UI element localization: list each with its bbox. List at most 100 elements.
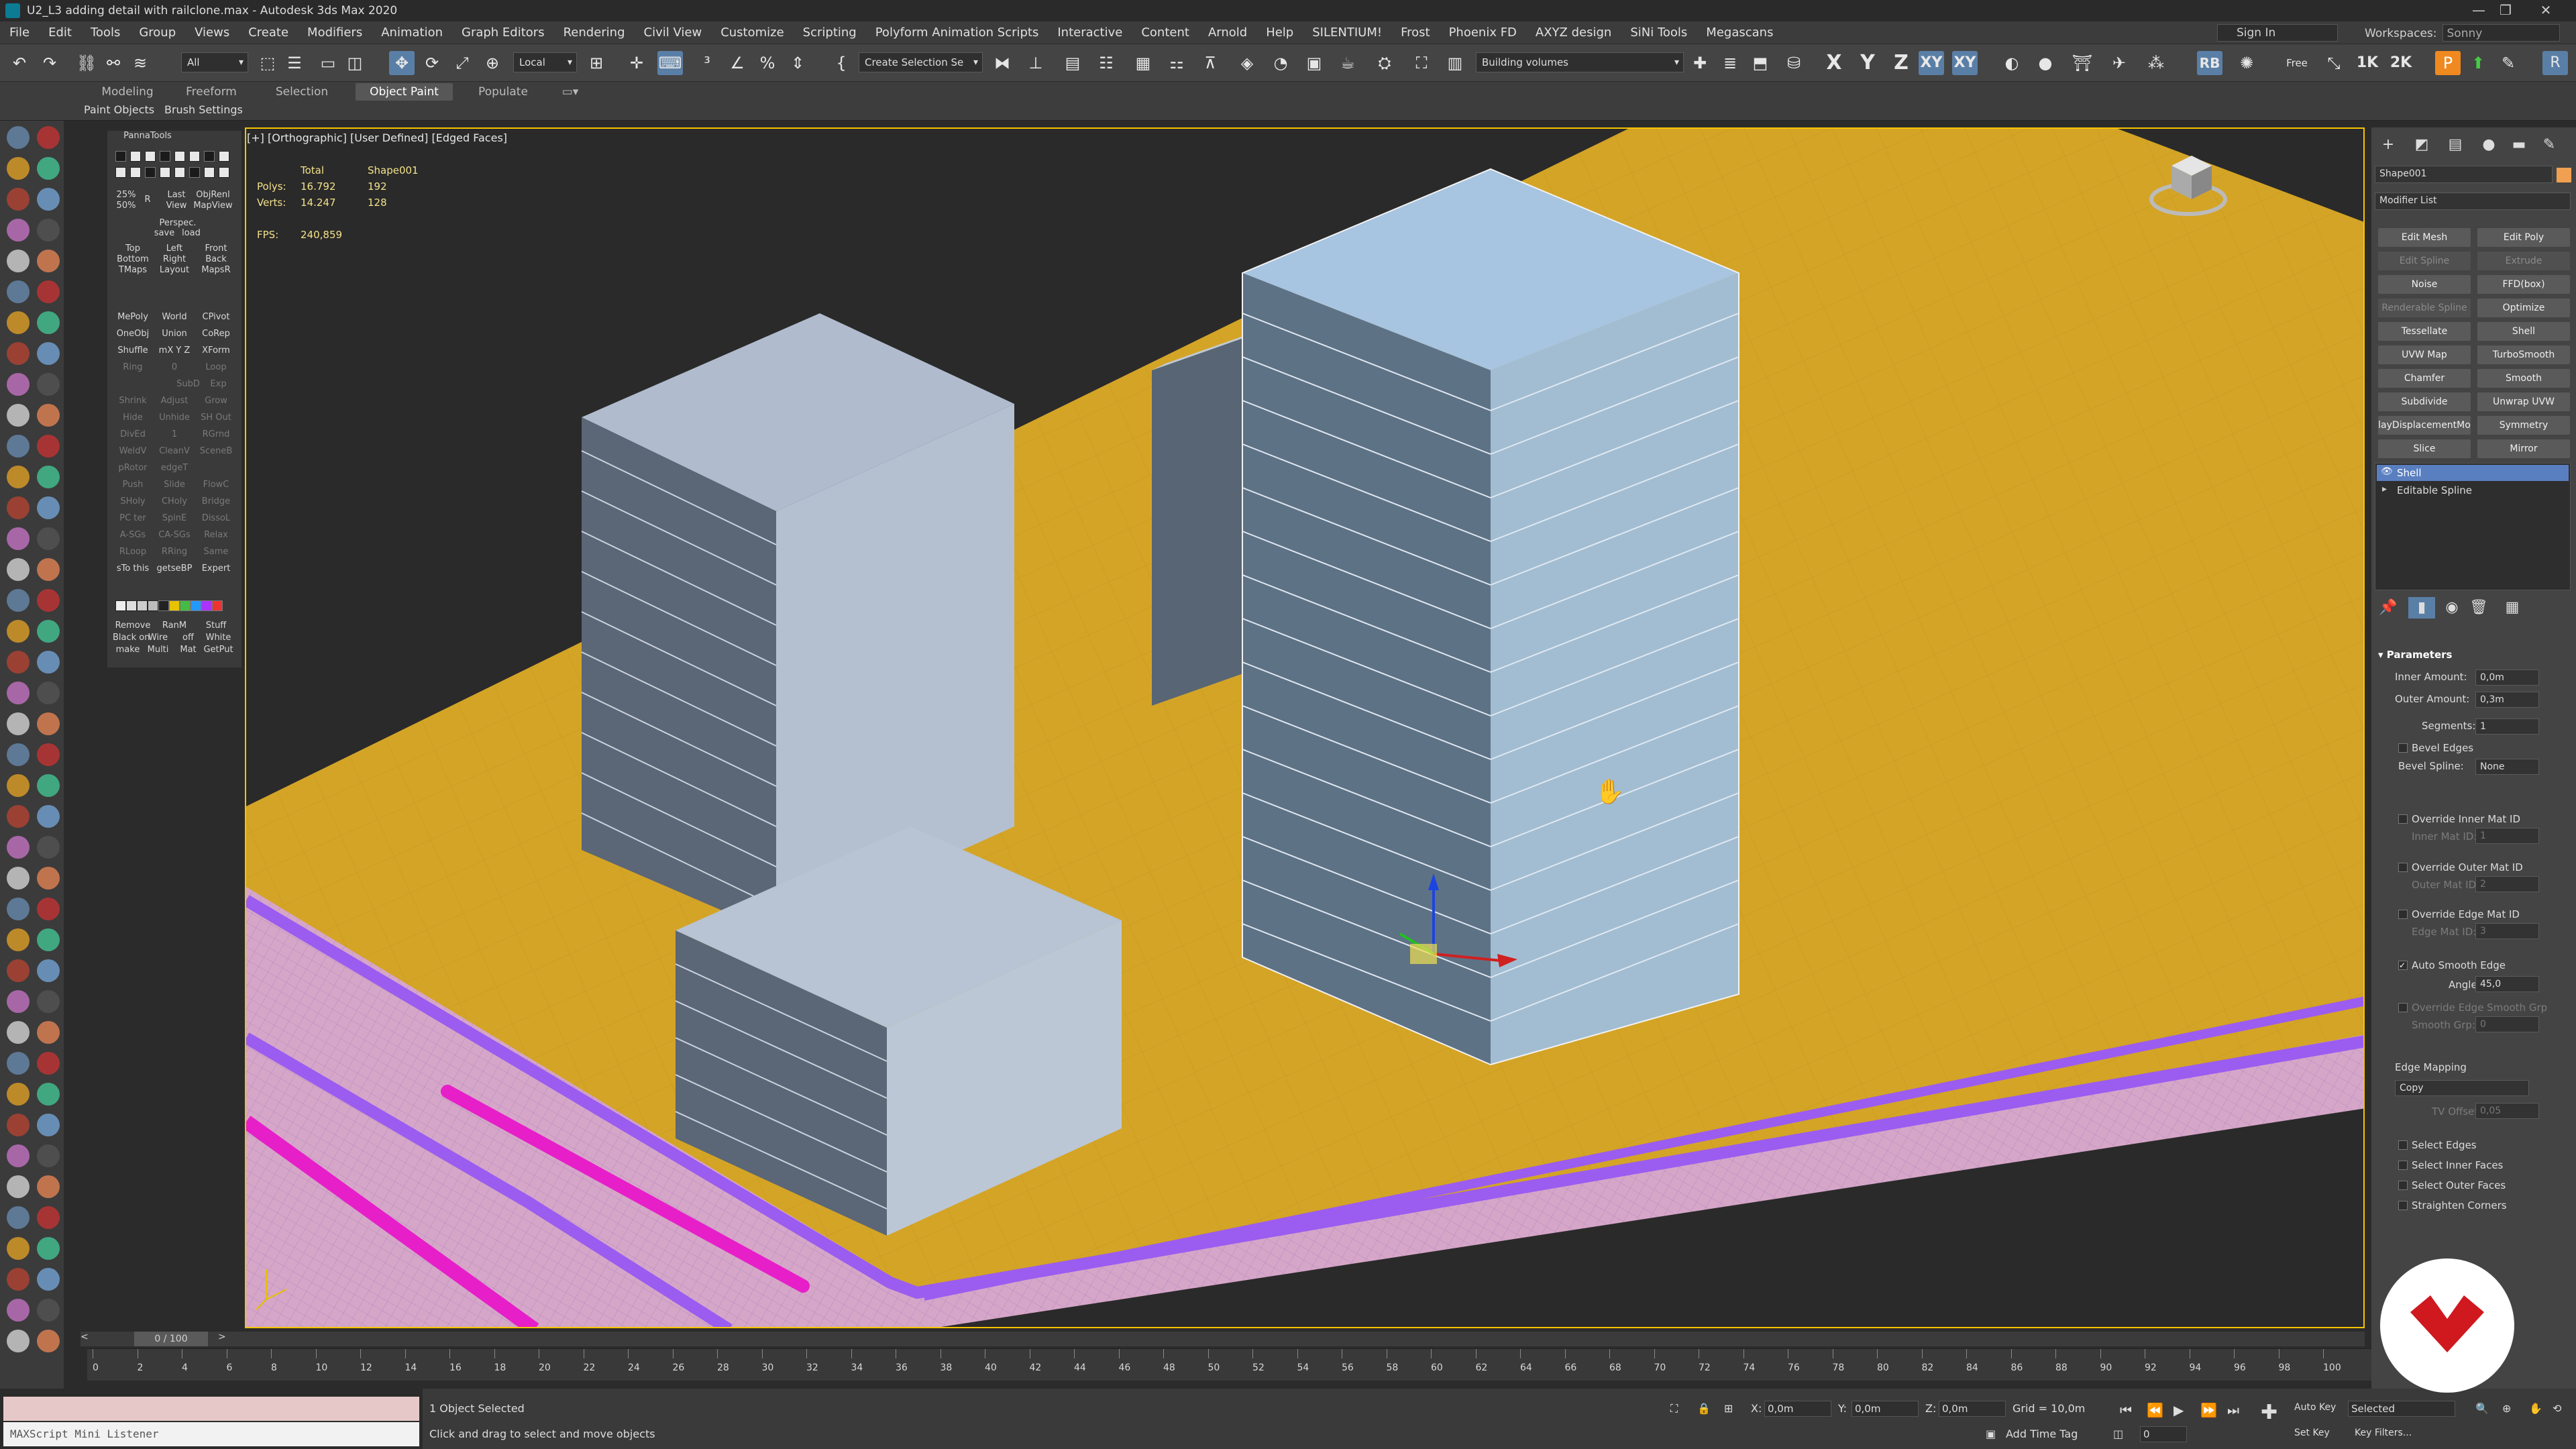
op-button[interactable]: Ring xyxy=(113,362,153,372)
add-time-tag[interactable]: Add Time Tag xyxy=(2006,1428,2078,1440)
listener-input[interactable]: MAXScript Mini Listener xyxy=(3,1422,419,1446)
tool-63-icon[interactable] xyxy=(37,1083,60,1106)
segments-spinner[interactable]: 1 xyxy=(2475,718,2539,735)
building-tower-selected[interactable] xyxy=(1242,168,1739,1066)
tool-7-icon[interactable] xyxy=(37,219,60,241)
tool-18-icon[interactable] xyxy=(7,404,30,427)
menu-animation[interactable]: Animation xyxy=(372,25,452,40)
tool-65-icon[interactable] xyxy=(37,1114,60,1136)
layer-dropdown[interactable]: Building volumes xyxy=(1476,52,1684,72)
op-button[interactable]: FlowC xyxy=(196,480,236,490)
op-button[interactable]: Exp xyxy=(203,379,233,389)
isolate-selection-icon[interactable]: ⛶ xyxy=(1670,1402,1678,1415)
menu-interactive[interactable]: Interactive xyxy=(1048,25,1132,40)
tool-56-icon[interactable] xyxy=(7,990,30,1013)
tool-37-icon[interactable] xyxy=(37,682,60,704)
last-view-button[interactable]: Last xyxy=(160,190,193,200)
op-button[interactable]: PC ter xyxy=(113,513,153,523)
bottom-button[interactable]: Stuff xyxy=(196,621,236,631)
arrow-up-icon[interactable]: ⬆ xyxy=(2465,51,2491,75)
op-button[interactable]: Hide xyxy=(113,413,153,423)
op-button[interactable]: Same xyxy=(196,547,236,557)
tool-61-icon[interactable] xyxy=(37,1052,60,1075)
bottom-button[interactable]: Multi xyxy=(143,645,173,655)
timeline-ruler[interactable]: 0 2 4 6 8 10 12 14 16 18 20 22 24 26 28 30 32 34 36 38 40 42 4… xyxy=(87,1348,2371,1381)
override-smooth-checkbox[interactable] xyxy=(2398,1003,2408,1012)
angle-snap-icon[interactable]: ∠ xyxy=(724,51,750,75)
tool-55-icon[interactable] xyxy=(37,959,60,982)
swatch-button[interactable] xyxy=(115,167,126,178)
bind-icon[interactable]: ≋ xyxy=(127,51,153,75)
material-editor-icon[interactable]: ◈ xyxy=(1234,51,1260,75)
render-setup-icon[interactable]: ◔ xyxy=(1268,51,1293,75)
check-0-checkbox[interactable] xyxy=(2398,1140,2408,1150)
expand-arrow-icon[interactable]: ▸ xyxy=(2382,484,2387,494)
remove-modifier-icon[interactable]: 🗑 xyxy=(2465,597,2492,619)
tool-24-icon[interactable] xyxy=(7,496,30,519)
swatch-button[interactable] xyxy=(145,151,156,162)
swatch-button[interactable] xyxy=(130,167,141,178)
absolute-mode-icon[interactable]: ⊞ xyxy=(1724,1402,1733,1415)
tool-36-icon[interactable] xyxy=(7,682,30,704)
tool-33-icon[interactable] xyxy=(37,620,60,643)
op-button[interactable]: OneObj xyxy=(113,329,153,339)
tool-77-icon[interactable] xyxy=(37,1299,60,1322)
brush-settings-button[interactable]: Brush Settings xyxy=(164,102,243,118)
color-swatch[interactable] xyxy=(169,600,180,611)
tool-79-icon[interactable] xyxy=(37,1330,60,1352)
op-button[interactable]: 0 xyxy=(154,362,195,372)
tool-73-icon[interactable] xyxy=(37,1237,60,1260)
menu-axyz-design[interactable]: AXYZ design xyxy=(1526,25,1621,40)
hierarchy-tab-icon[interactable]: ▤ xyxy=(2442,134,2469,156)
display-tab-icon[interactable]: ▬ xyxy=(2506,134,2532,156)
op-button[interactable]: mX Y Z xyxy=(154,345,195,356)
tv-offset-spinner[interactable]: 0,05 xyxy=(2475,1103,2539,1119)
tool-14-icon[interactable] xyxy=(7,342,30,365)
view-layout-button[interactable]: Layout xyxy=(154,265,195,275)
link-icon[interactable]: ⛓ xyxy=(74,51,99,75)
set-key-icon[interactable]: ✚ xyxy=(2261,1401,2277,1424)
tool-59-icon[interactable] xyxy=(37,1021,60,1044)
tool-75-icon[interactable] xyxy=(37,1268,60,1291)
outer-amount-spinner[interactable]: 0,3m xyxy=(2475,692,2539,708)
photoshop-icon[interactable]: P xyxy=(2435,51,2461,75)
swatch-button[interactable] xyxy=(130,151,141,162)
op-button[interactable]: DissoL xyxy=(196,513,236,523)
op-button[interactable]: MePoly xyxy=(113,312,153,322)
tool-31-icon[interactable] xyxy=(37,589,60,612)
layer-manager-icon[interactable]: ⛁ xyxy=(1781,51,1807,75)
perspective-button[interactable]: Perspec. xyxy=(151,218,205,228)
view-right-button[interactable]: Right xyxy=(154,254,195,264)
color-swatch[interactable] xyxy=(191,600,201,611)
tool-62-icon[interactable] xyxy=(7,1083,30,1106)
op-button[interactable]: Grow xyxy=(196,396,236,406)
sun-icon[interactable]: ✺ xyxy=(2234,51,2259,75)
tool-58-icon[interactable] xyxy=(7,1021,30,1044)
modifier-renderable-spline-button[interactable]: Renderable Spline xyxy=(2378,299,2471,317)
auto-smooth-checkbox[interactable]: ✓ xyxy=(2398,961,2408,970)
prev-frame-icon[interactable]: < xyxy=(80,1332,89,1342)
menu-silentium-[interactable]: SILENTIUM! xyxy=(1303,25,1391,40)
spinner-snap-icon[interactable]: ⇕ xyxy=(785,51,810,75)
override-inner-checkbox[interactable] xyxy=(2398,814,2408,824)
menu-customize[interactable]: Customize xyxy=(711,25,793,40)
tool-11-icon[interactable] xyxy=(37,280,60,303)
go-to-start-icon[interactable]: ⏮ xyxy=(2120,1402,2132,1418)
select-by-name-icon[interactable]: ☰ xyxy=(282,51,307,75)
menu-views[interactable]: Views xyxy=(185,25,239,40)
visibility-eye-icon[interactable]: 👁 xyxy=(2381,466,2393,477)
modifier-symmetry-button[interactable]: Symmetry xyxy=(2477,416,2570,435)
modifier-noise-button[interactable]: Noise xyxy=(2378,275,2471,294)
modifier-chamfer-button[interactable]: Chamfer xyxy=(2378,369,2471,388)
tool-39-icon[interactable] xyxy=(37,712,60,735)
save-button[interactable]: save xyxy=(151,228,178,238)
modifier-edit-mesh-button[interactable]: Edit Mesh xyxy=(2378,228,2471,247)
menu-frost[interactable]: Frost xyxy=(1391,25,1440,40)
zoom-50-button[interactable]: 50% xyxy=(114,201,138,211)
op-button[interactable]: WeldV xyxy=(113,446,153,456)
view-top-button[interactable]: Top xyxy=(113,244,153,254)
tool-21-icon[interactable] xyxy=(37,435,60,458)
op-button[interactable]: CHoly xyxy=(154,496,195,506)
tool-29-icon[interactable] xyxy=(37,558,60,581)
bottom-button[interactable]: off xyxy=(173,633,203,643)
